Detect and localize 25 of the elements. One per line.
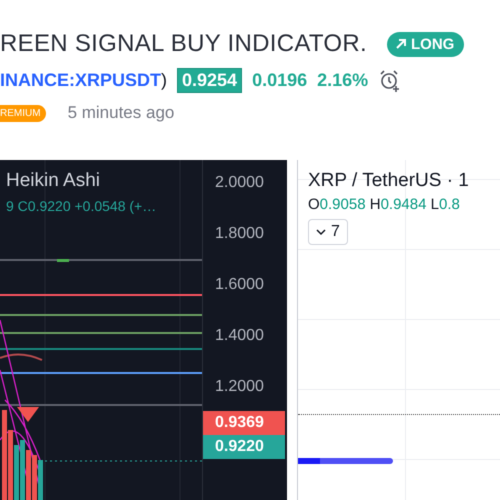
chart-style-label: Heikin Ashi [6, 170, 101, 192]
percent-change: 2.16% [317, 70, 368, 91]
premium-badge: REMIUM [0, 104, 46, 122]
long-badge: LONG [387, 32, 464, 56]
axis-tick: 1.2000 [215, 378, 265, 396]
sell-signal-icon [17, 407, 39, 422]
symbol-title: XRP / TetherUS · 1 [308, 170, 470, 192]
axis-tick: 1.8000 [215, 225, 265, 243]
axis-tick: 2.0000 [215, 174, 265, 192]
ohlc-legend: 9 C0.9220 +0.0548 (+… [6, 198, 156, 214]
signal-marker [57, 259, 69, 262]
publish-time: 5 minutes ago [68, 103, 174, 123]
price-change: 0.0196 [252, 70, 308, 91]
indicator-curve [0, 353, 42, 361]
price-label: 0.9220 [203, 435, 285, 459]
price-badge: 0.9254 [177, 68, 242, 93]
symbol-link[interactable]: INANCE:XRPUSDT [0, 70, 162, 91]
axis-tick: 1.6000 [215, 276, 265, 294]
idea-title: REEN SIGNAL BUY INDICATOR. [0, 30, 367, 58]
chevron-down-icon [316, 228, 326, 236]
axis-tick: 1.4000 [215, 327, 265, 345]
parenthesis: ) [161, 70, 168, 91]
indicators-toggle[interactable]: 7 [308, 219, 348, 245]
price-label: 0.9369 [203, 411, 285, 435]
ohlc-values: O0.9058 H0.9484 L0.8 [308, 196, 461, 213]
